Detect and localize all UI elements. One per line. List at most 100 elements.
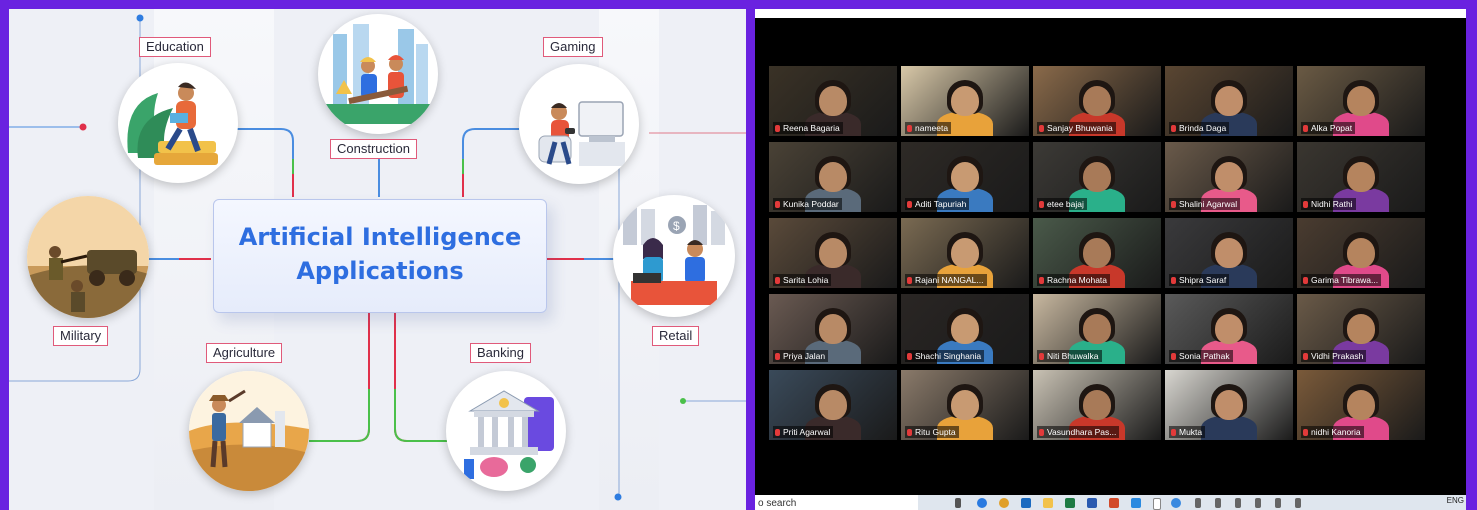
participant-tile[interactable]: Aditi Tapuriah [901, 142, 1029, 212]
participant-name: Aditi Tapuriah [905, 198, 970, 210]
participant-tile[interactable]: Rachna Mohata [1033, 218, 1161, 288]
banking-illustration [446, 371, 566, 491]
participant-tile[interactable]: Alka Popat [1297, 66, 1425, 136]
file-explorer-icon[interactable] [1043, 498, 1053, 508]
participant-tile[interactable]: Sarita Lohia [769, 218, 897, 288]
participant-tile[interactable]: Brinda Daga [1165, 66, 1293, 136]
participant-face [1215, 390, 1243, 420]
muted-mic-icon [1039, 429, 1044, 436]
participant-name: nameeta [905, 122, 952, 134]
participant-name: Shalini Agarwal [1169, 198, 1241, 210]
military-illustration [27, 196, 149, 318]
participant-tile[interactable]: Priya Jalan [769, 294, 897, 364]
muted-mic-icon [1303, 277, 1308, 284]
participant-name: Priti Agarwal [773, 426, 834, 438]
title-box: Artificial Intelligence Applications [213, 199, 547, 313]
participant-tile[interactable]: Garima Tibrawa... [1297, 218, 1425, 288]
participant-tile[interactable]: Shalini Agarwal [1165, 142, 1293, 212]
participant-face [1083, 238, 1111, 268]
participant-name: Shipra Saraf [1169, 274, 1230, 286]
participant-tile[interactable]: nameeta [901, 66, 1029, 136]
participant-tile[interactable]: Ritu Gupta [901, 370, 1029, 440]
muted-mic-icon [775, 353, 780, 360]
participant-tile[interactable]: Vidhi Prakash [1297, 294, 1425, 364]
tray-icon[interactable] [1235, 498, 1241, 508]
participant-face [1347, 86, 1375, 116]
participant-face [819, 86, 847, 116]
participant-name: Shachi Singhania [905, 350, 985, 362]
participant-tile[interactable]: Niti Bhuwalka [1033, 294, 1161, 364]
muted-mic-icon [1171, 201, 1176, 208]
muted-mic-icon [775, 277, 780, 284]
participant-name: Sarita Lohia [773, 274, 832, 286]
task-view-icon[interactable] [955, 498, 961, 508]
retail-label: Retail [652, 326, 700, 346]
muted-mic-icon [907, 353, 912, 360]
participant-face [1083, 162, 1111, 192]
participant-name: Rachna Mohata [1037, 274, 1111, 286]
word-icon[interactable] [1087, 498, 1097, 508]
participant-face [1083, 314, 1111, 344]
participant-face [1215, 86, 1243, 116]
tray-icon[interactable] [1215, 498, 1221, 508]
outlook-icon[interactable] [1021, 498, 1031, 508]
participant-tile[interactable]: Nidhi Rathi [1297, 142, 1425, 212]
tray-icon[interactable] [1195, 498, 1201, 508]
muted-mic-icon [1039, 125, 1044, 132]
powerpoint-icon[interactable] [1109, 498, 1119, 508]
muted-mic-icon [907, 125, 912, 132]
participant-tile[interactable]: Sanjay Bhuwania [1033, 66, 1161, 136]
participant-name: Brinda Daga [1169, 122, 1230, 134]
participant-name: nidhi Kanoria [1301, 426, 1364, 438]
taskbar-search[interactable]: o search [755, 495, 918, 510]
participant-face [819, 162, 847, 192]
participant-face [1347, 162, 1375, 192]
participant-name: Mukta [1169, 426, 1206, 438]
construction-label: Construction [330, 139, 417, 159]
muted-mic-icon [907, 429, 912, 436]
notification-chevron-icon[interactable] [1153, 498, 1161, 510]
agriculture-label: Agriculture [206, 343, 283, 363]
education-illustration [118, 63, 238, 183]
participant-name: Priya Jalan [773, 350, 829, 362]
participant-tile[interactable]: etee bajaj [1033, 142, 1161, 212]
zoom-icon[interactable] [1131, 498, 1141, 508]
muted-mic-icon [775, 429, 780, 436]
participant-tile[interactable]: Sonia Pathak [1165, 294, 1293, 364]
muted-mic-icon [1039, 201, 1044, 208]
participant-face [1083, 86, 1111, 116]
participant-tile[interactable]: nidhi Kanoria [1297, 370, 1425, 440]
excel-icon[interactable] [1065, 498, 1075, 508]
edge-icon[interactable] [977, 498, 987, 508]
gaming-illustration [519, 64, 639, 184]
muted-mic-icon [907, 277, 912, 284]
wifi-icon[interactable] [1275, 498, 1281, 508]
agriculture-illustration [189, 371, 309, 491]
volume-icon[interactable] [1295, 498, 1301, 508]
language-indicator[interactable]: ENG [1447, 496, 1464, 505]
participant-tile[interactable]: Vasundhara Pas... [1033, 370, 1161, 440]
construction-illustration [318, 14, 438, 134]
participant-name: Alka Popat [1301, 122, 1356, 134]
help-icon[interactable] [1171, 498, 1181, 508]
participant-face [1347, 314, 1375, 344]
participant-name: Vasundhara Pas... [1037, 426, 1120, 438]
banking-label: Banking [470, 343, 531, 363]
participant-tile[interactable]: Kunika Poddar [769, 142, 897, 212]
participant-face [1215, 162, 1243, 192]
participant-name: Nidhi Rathi [1301, 198, 1356, 210]
tray-icon[interactable] [1255, 498, 1261, 508]
chrome-icon[interactable] [999, 498, 1009, 508]
participant-tile[interactable]: Reena Bagaria [769, 66, 897, 136]
gaming-label: Gaming [543, 37, 603, 57]
participant-name: Garima Tibrawa... [1301, 274, 1382, 286]
muted-mic-icon [1039, 353, 1044, 360]
participant-tile[interactable]: Rajani NANGAL... [901, 218, 1029, 288]
muted-mic-icon [1171, 429, 1176, 436]
participant-tile[interactable]: Shachi Singhania [901, 294, 1029, 364]
participant-name: etee bajaj [1037, 198, 1087, 210]
participant-tile[interactable]: Shipra Saraf [1165, 218, 1293, 288]
participant-tile[interactable]: Mukta [1165, 370, 1293, 440]
participant-face [1215, 238, 1243, 268]
participant-tile[interactable]: Priti Agarwal [769, 370, 897, 440]
